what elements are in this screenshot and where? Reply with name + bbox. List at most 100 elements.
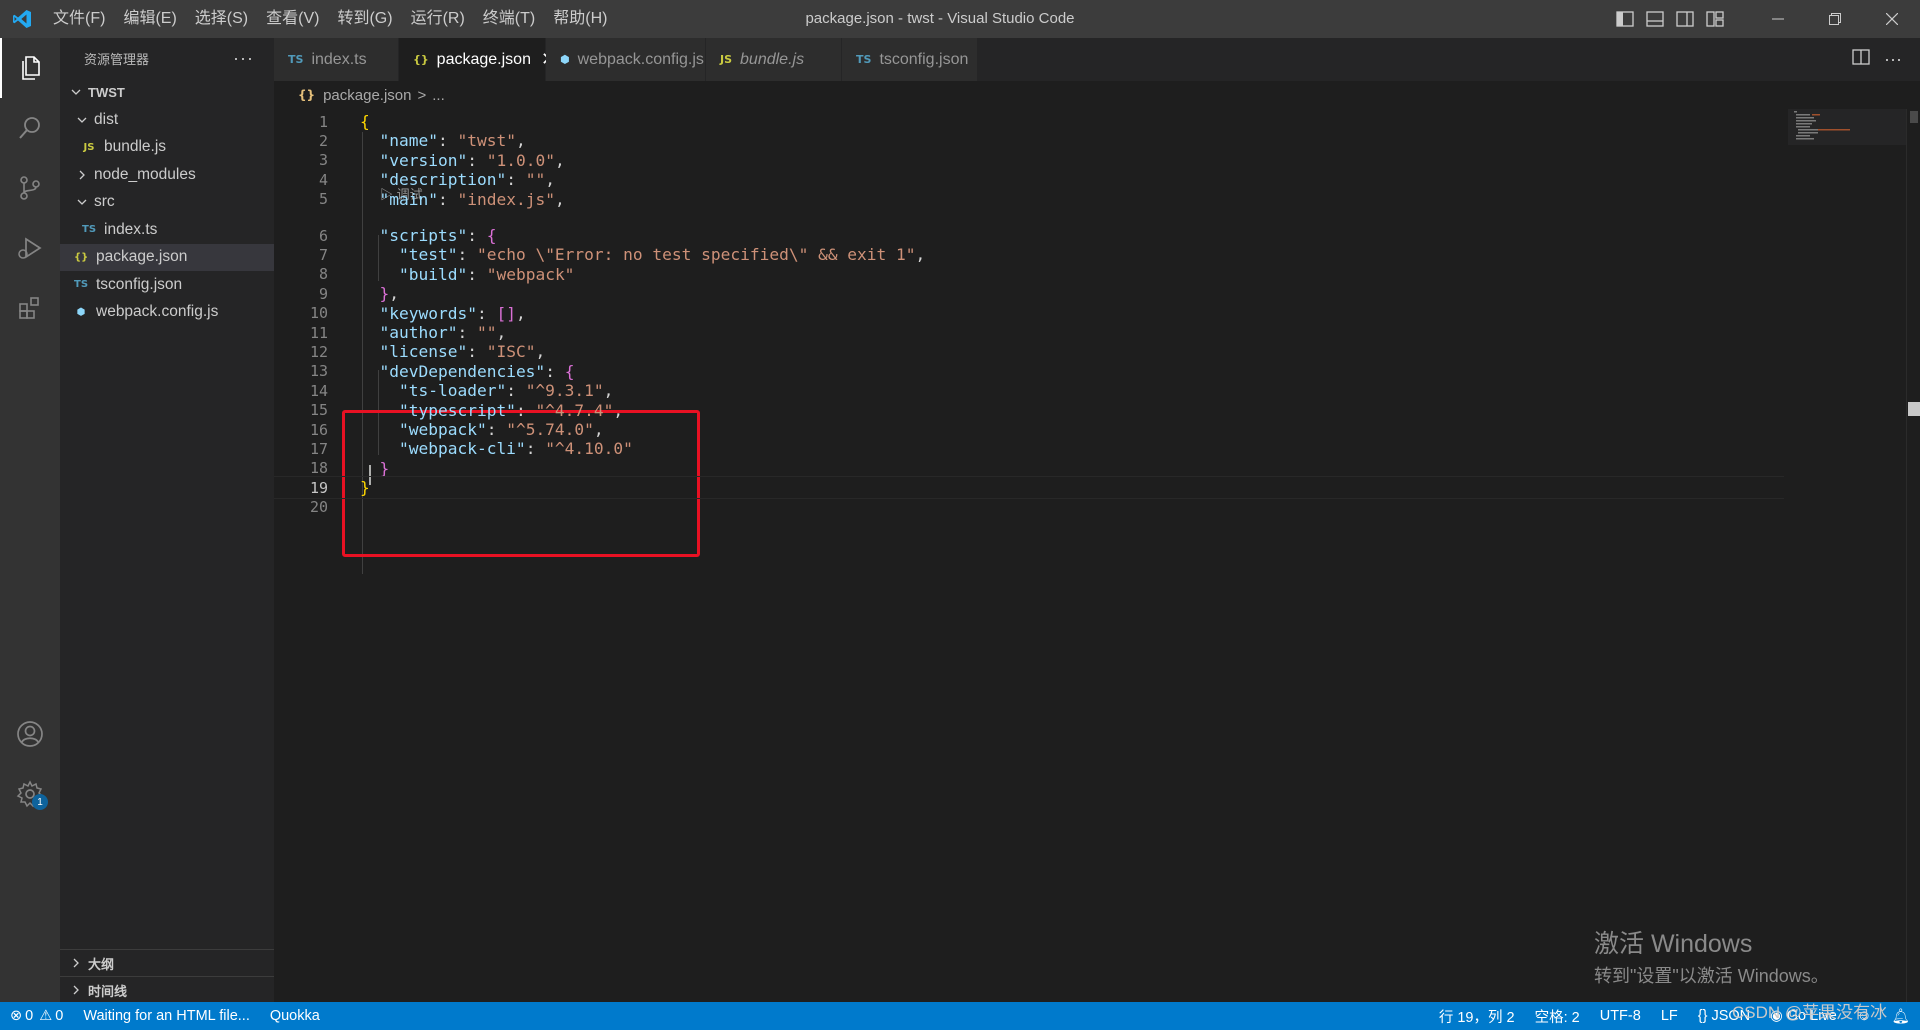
timeline-section[interactable]: 时间线 [60,976,274,1003]
breadcrumb-rest[interactable]: ... [432,87,445,104]
tree-file[interactable]: TS tsconfig.json [60,271,274,299]
code-text: "devDependencies": { [379,361,575,381]
menu-item[interactable]: 终端(T) [474,0,544,38]
encoding-status[interactable]: UTF-8 [1590,1002,1651,1030]
scrollbar-thumb[interactable] [1910,111,1918,123]
chevron-right-icon [74,169,90,181]
line-number: 6 [318,226,328,245]
extensions-icon[interactable] [0,278,60,338]
window-title: package.json - twst - Visual Studio Code [805,10,1075,27]
workspace-root-label: TWST [88,84,125,100]
problems-indicator[interactable]: ⊗ 0 ⚠ 0 [0,1002,73,1030]
menu-item[interactable]: 运行(R) [402,0,474,38]
search-icon[interactable] [0,98,60,158]
manage-gear-icon[interactable]: 1 [0,764,60,824]
tree-file[interactable]: ⬢ webpack.config.js [60,299,274,327]
tree-file[interactable]: {} package.json [60,243,274,271]
vscode-logo-icon [0,0,44,38]
quokka-status[interactable]: Quokka [260,1002,330,1030]
breadcrumb-separator: > [417,86,427,104]
notifications-bell-icon[interactable]: 🔔︎ [1882,1002,1920,1030]
tree-file[interactable]: TS index.ts [60,216,274,244]
outline-section[interactable]: 大纲 [60,949,274,976]
run-debug-icon[interactable] [0,218,60,278]
tab-label: bundle.js [740,50,805,68]
chevron-down-icon [74,114,90,126]
status-bar: ⊗ 0 ⚠ 0 Waiting for an HTML file... Quok… [0,1002,1920,1030]
tree-item-label: tsconfig.json [96,275,183,293]
editor-tab[interactable]: {}package.json✕ [399,38,556,81]
line-number: 16 [309,420,328,439]
warning-count: 0 [55,1008,64,1024]
code-line[interactable]: 20 [274,496,1784,519]
source-control-icon[interactable] [0,158,60,218]
code-text: "author": "", [379,323,507,342]
tree-folder[interactable]: dist [60,106,274,134]
status-message[interactable]: Waiting for an HTML file... [73,1002,260,1030]
breadcrumb: {} package.json > ... [274,81,1920,109]
activity-bar: 1 [0,38,60,1002]
chevron-down-icon [74,196,90,208]
tab-file-icon: JS [720,53,733,66]
explorer-icon[interactable] [0,38,60,98]
file-tree: dist JS bundle.js node_modulessrc TS index.ts… [60,106,274,326]
tab-label: tsconfig.json [879,50,969,68]
cursor-position-marker [1908,402,1920,416]
workspace-root[interactable]: TWST [60,78,274,106]
json-file-icon: {} [298,88,316,102]
restore-button[interactable] [1806,0,1863,38]
tab-file-icon: TS [288,53,304,66]
tree-item-label: node_modules [94,165,196,183]
toggle-panel-icon[interactable] [1643,7,1667,31]
indentation-status[interactable]: 空格: 2 [1525,1002,1590,1030]
chevron-right-icon [68,957,84,969]
line-number: 3 [318,151,328,170]
editor-tab[interactable]: ⬢ webpack.config.js [546,38,706,81]
line-number: 9 [318,284,328,303]
tree-item-label: index.ts [104,220,158,238]
menu-item[interactable]: 查看(V) [257,0,328,38]
menu-item[interactable]: 帮助(H) [544,0,616,38]
code-text: "description": "", [379,170,555,190]
minimap[interactable] [1788,109,1906,149]
code-editor[interactable]: ▷ 调试 1{2 "name": "twst", 3 "version": "1.… [274,109,1920,1002]
tree-file[interactable]: JS bundle.js [60,134,274,162]
menu-item[interactable]: 选择(S) [186,0,257,38]
code-text: "version": "1.0.0", [379,150,565,170]
editor-tab[interactable]: TS index.ts [274,38,399,81]
code-line[interactable]: 5 "main": "index.js", [274,188,1784,211]
editor-more-actions-icon[interactable]: ··· [1884,49,1902,70]
code-text: } [360,478,370,498]
menu-item[interactable]: 编辑(E) [114,0,185,38]
editor-tab[interactable]: JS bundle.js [706,38,842,81]
tree-folder[interactable]: src [60,189,274,217]
breadcrumb-file[interactable]: package.json [323,87,411,104]
cursor-position-status[interactable]: 行 19，列 2 [1429,1002,1525,1030]
minimize-button[interactable] [1749,0,1806,38]
split-editor-icon[interactable] [1852,49,1870,70]
toggle-primary-sidebar-icon[interactable] [1613,7,1637,31]
close-window-button[interactable] [1863,0,1920,38]
tree-folder[interactable]: node_modules [60,161,274,189]
vertical-scrollbar[interactable] [1906,109,1920,1002]
menu-item[interactable]: 转到(G) [328,0,401,38]
customize-layout-icon[interactable] [1703,7,1727,31]
editor-tab[interactable]: TS tsconfig.json [842,38,978,81]
chevron-down-icon [68,86,84,98]
code-text: } [379,458,390,478]
tree-item-label: bundle.js [104,138,167,156]
error-icon: ⊗ [10,1008,23,1024]
eol-status[interactable]: LF [1651,1002,1688,1030]
watermark-line2: 转到"设置"以激活 Windows。 [1594,966,1829,986]
accounts-icon[interactable] [0,704,60,764]
more-actions-icon[interactable]: ··· [233,48,254,69]
menu-item[interactable]: 文件(F) [44,0,114,38]
line-number: 2 [318,131,328,150]
code-text: "license": "ISC", [379,342,546,362]
line-number: 8 [318,265,328,284]
toggle-secondary-sidebar-icon[interactable] [1673,7,1697,31]
tab-label: index.ts [311,50,367,68]
line-number: 7 [318,245,328,264]
timeline-label: 时间线 [88,983,128,999]
tab-file-icon: {} [413,53,429,66]
